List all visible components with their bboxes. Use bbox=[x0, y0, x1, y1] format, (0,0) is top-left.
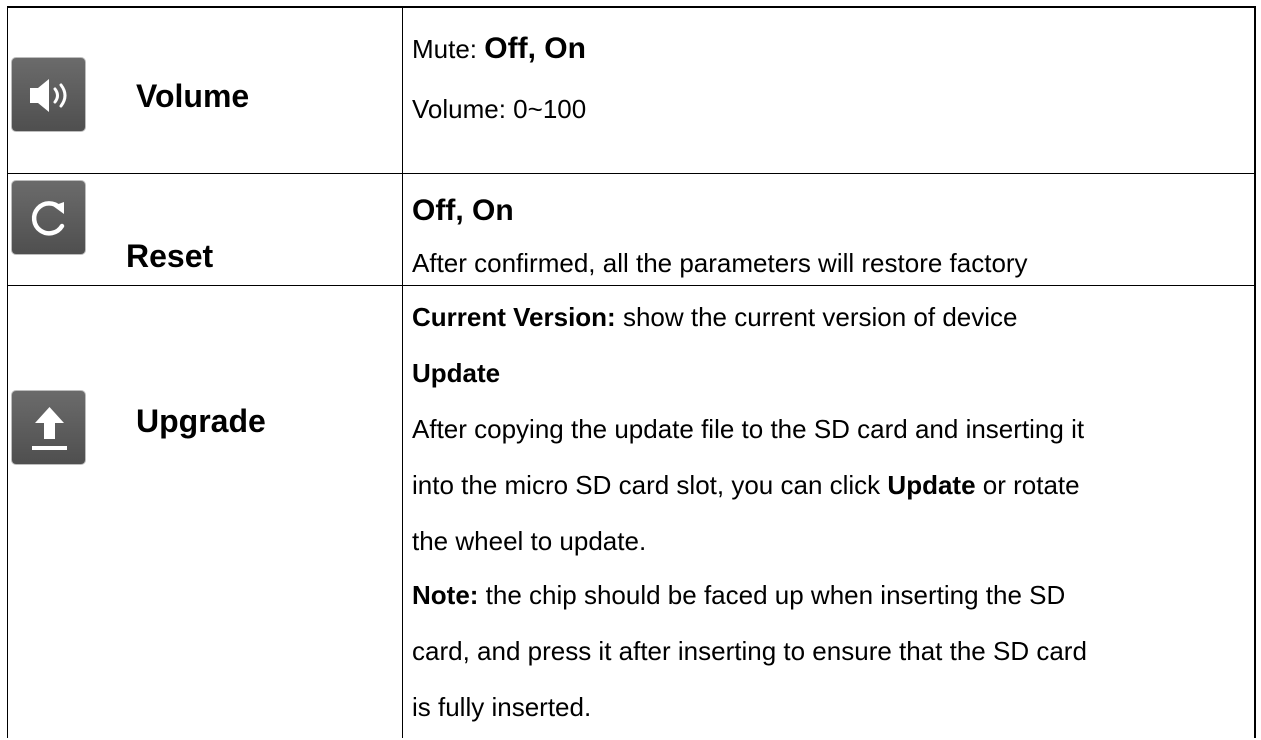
note-line-1: Note: the chip should be faced up when i… bbox=[412, 580, 1065, 611]
upgrade-label: Upgrade bbox=[136, 403, 266, 439]
note-text-1: the chip should be faced up when inserti… bbox=[485, 580, 1066, 610]
note-line-2: card, and press it after inserting to en… bbox=[412, 636, 1087, 666]
update-text-3: the wheel to update. bbox=[412, 526, 647, 556]
volume-label: Volume bbox=[136, 78, 250, 114]
mute-prefix: Mute: bbox=[412, 34, 478, 64]
update-text-2-post: or rotate bbox=[982, 470, 1080, 500]
update-heading: Update bbox=[412, 358, 501, 388]
mute-line: Mute: Off, On bbox=[412, 32, 586, 66]
current-version-text: show the current version of device bbox=[622, 302, 1018, 332]
update-text-2-pre: into the micro SD card slot, you can cli… bbox=[412, 470, 881, 500]
reset-label: Reset bbox=[126, 238, 214, 274]
note-line-3: is fully inserted. bbox=[412, 692, 592, 722]
reset-note: After confirmed, all the parameters will… bbox=[412, 248, 1028, 278]
mute-values: Off, On bbox=[484, 32, 586, 65]
speaker-icon bbox=[11, 57, 86, 132]
update-text-2-bold: Update bbox=[887, 470, 976, 500]
settings-table: Volume Mute: Off, On Volume: 0~100 Reset… bbox=[7, 6, 1256, 738]
upload-icon bbox=[11, 390, 86, 465]
refresh-icon bbox=[11, 180, 86, 255]
update-text-1: After copying the update file to the SD … bbox=[412, 414, 1085, 444]
current-version-line: Current Version: show the current versio… bbox=[412, 302, 1018, 333]
update-text-2: into the micro SD card slot, you can cli… bbox=[412, 470, 1080, 501]
table-row-upgrade: Upgrade Current Version: show the curren… bbox=[8, 286, 1254, 740]
current-version-label: Current Version: bbox=[412, 302, 616, 332]
note-label: Note: bbox=[412, 580, 479, 610]
reset-values: Off, On bbox=[412, 194, 514, 227]
volume-range: Volume: 0~100 bbox=[412, 94, 587, 124]
table-row-volume: Volume Mute: Off, On Volume: 0~100 bbox=[8, 8, 1254, 174]
table-row-reset: Reset Off, On After confirmed, all the p… bbox=[8, 174, 1254, 286]
